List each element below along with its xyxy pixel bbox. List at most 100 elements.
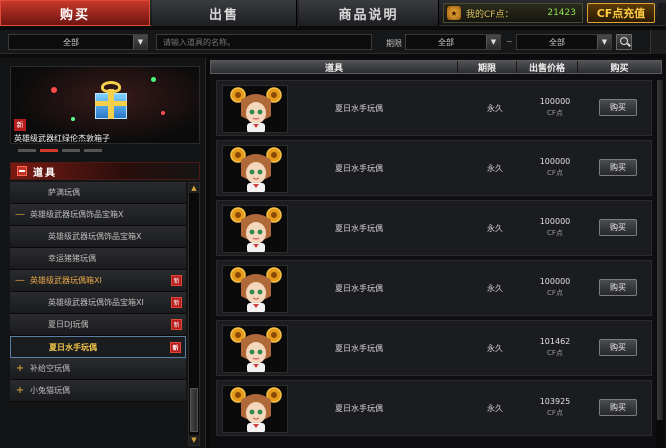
buy-button[interactable]: 购买 xyxy=(599,399,637,416)
search-input[interactable] xyxy=(156,34,372,50)
price-unit: CF点 xyxy=(547,109,563,117)
item-thumbnail xyxy=(222,325,288,373)
scrollbar-thumb[interactable] xyxy=(190,388,198,432)
item-period: 永久 xyxy=(487,284,503,293)
table-row: 夏日水手玩偶 永久 100000 CF点 购买 xyxy=(216,260,652,316)
table-scrollbar[interactable] xyxy=(656,80,664,448)
table-row: 夏日水手玩偶 永久 100000 CF点 购买 xyxy=(216,140,652,196)
item-price: 100000 xyxy=(539,157,571,166)
period-select[interactable]: 全部 ▼ xyxy=(405,34,501,50)
banner-dot[interactable] xyxy=(18,149,36,152)
price-select-value: 全部 xyxy=(549,37,565,47)
recharge-button[interactable]: CF点充值 xyxy=(587,3,655,23)
category-select[interactable]: 全部 ▼ xyxy=(8,34,148,50)
item-period: 永久 xyxy=(487,404,503,413)
plus-icon[interactable]: + xyxy=(10,363,30,374)
filter-bar: 全部 ▼ 期限 全部 ▼ ~ 全部 ▼ xyxy=(0,30,666,54)
banner-caption: 英雄级武器红绿伦杰敦箱子 xyxy=(14,134,110,143)
item-period: 永久 xyxy=(487,224,503,233)
buy-button[interactable]: 购买 xyxy=(599,219,637,236)
minus-icon[interactable]: — xyxy=(10,275,30,286)
filter-bar-edge xyxy=(650,30,666,54)
category-item[interactable]: — 英雄级武器玩偶饰品宝箱X xyxy=(10,204,186,226)
coin-icon: ★ xyxy=(447,6,461,20)
item-name: 夏日水手玩偶 xyxy=(335,224,383,233)
column-header-price: 出售价格 xyxy=(517,61,578,74)
scroll-up-icon[interactable]: ▲ xyxy=(189,183,199,193)
category-item-label: 夏日DJ玩偶 xyxy=(48,320,89,329)
category-header-title: 道具 xyxy=(33,167,57,179)
banner-dot[interactable] xyxy=(84,149,102,152)
item-name: 夏日水手玩偶 xyxy=(335,344,383,353)
category-item[interactable]: 英雄级武器玩偶饰品宝箱X xyxy=(10,226,186,248)
category-item-label: 补给空玩偶 xyxy=(30,364,70,373)
tab-item-info[interactable]: 商品说明 xyxy=(299,0,439,26)
buy-button[interactable]: 购买 xyxy=(599,279,637,296)
category-item-selected[interactable]: 夏日水手玩偶 新 xyxy=(10,336,186,358)
collapse-icon[interactable] xyxy=(17,166,27,176)
period-label: 期限 xyxy=(386,39,402,48)
buy-button[interactable]: 购买 xyxy=(599,99,637,116)
table-row: 夏日水手玩偶 永久 103925 CF点 购买 xyxy=(216,380,652,436)
category-item-label: 夏日水手玩偶 xyxy=(49,342,97,352)
category-item[interactable]: 萨满玩偶 xyxy=(10,182,186,204)
chevron-down-icon[interactable]: ▼ xyxy=(486,35,500,49)
category-item[interactable]: + 小兔猫玩偶 xyxy=(10,380,186,402)
banner-dot[interactable] xyxy=(62,149,80,152)
category-item[interactable]: 夏日DJ玩偶 新 xyxy=(10,314,186,336)
item-price: 100000 xyxy=(539,217,571,226)
top-tab-bar: 购买 出售 商品说明 ★ 我的CF点： 21423 CF点充值 xyxy=(0,0,666,26)
price-unit: CF点 xyxy=(547,409,563,417)
category-item-label: 萨满玩偶 xyxy=(48,188,80,197)
tab-buy[interactable]: 购买 xyxy=(0,0,150,26)
new-badge: 新 xyxy=(14,119,26,131)
category-item-label: 英雄级武器玩偶箱XI xyxy=(30,276,102,285)
item-period: 永久 xyxy=(487,104,503,113)
left-panel: 新 英雄级武器红绿伦杰敦箱子 道具 萨满玩偶 — 英雄级武器玩偶饰品宝箱X 英雄… xyxy=(0,58,206,448)
item-price: 100000 xyxy=(539,277,571,286)
category-item-label: 幸运猪猪玩偶 xyxy=(48,254,96,263)
banner-pager xyxy=(18,149,102,152)
buy-button[interactable]: 购买 xyxy=(599,339,637,356)
category-item[interactable]: — 英雄级武器玩偶箱XI 新 xyxy=(10,270,186,292)
category-item-label: 英雄级武器玩偶饰品宝箱X xyxy=(30,210,124,219)
item-price: 100000 xyxy=(539,97,571,106)
period-select-value: 全部 xyxy=(438,37,454,47)
minus-icon[interactable]: — xyxy=(10,209,30,220)
price-select[interactable]: 全部 ▼ xyxy=(516,34,612,50)
new-badge: 新 xyxy=(171,275,182,286)
item-name: 夏日水手玩偶 xyxy=(335,284,383,293)
item-price: 103925 xyxy=(539,397,571,406)
buy-button[interactable]: 购买 xyxy=(599,159,637,176)
plus-icon[interactable]: + xyxy=(10,385,30,396)
category-select-value: 全部 xyxy=(63,37,79,47)
banner-dot-active[interactable] xyxy=(40,149,58,152)
item-table: 道具 期限 出售价格 购买 夏日水手玩偶 永久 100000 CF点 购买 夏日水手玩偶永… xyxy=(210,58,666,448)
category-item-label: 英雄级武器玩偶饰品宝箱XI xyxy=(48,298,144,307)
new-badge: 新 xyxy=(171,319,182,330)
promo-banner[interactable]: 新 英雄级武器红绿伦杰敦箱子 xyxy=(10,66,200,144)
chevron-down-icon[interactable]: ▼ xyxy=(133,35,147,49)
tab-sell[interactable]: 出售 xyxy=(152,0,297,26)
category-header[interactable]: 道具 xyxy=(10,162,200,180)
category-item-label: 英雄级武器玩偶饰品宝箱X xyxy=(48,232,142,241)
scroll-down-icon[interactable]: ▼ xyxy=(189,435,199,445)
chevron-down-icon[interactable]: ▼ xyxy=(597,35,611,49)
search-icon[interactable] xyxy=(616,34,632,50)
cf-balance: ★ 我的CF点： 21423 xyxy=(443,3,583,23)
column-header-period: 期限 xyxy=(458,61,517,74)
scrollbar-thumb[interactable] xyxy=(657,80,663,420)
item-name: 夏日水手玩偶 xyxy=(335,164,383,173)
new-badge: 新 xyxy=(170,342,181,353)
category-item[interactable]: 英雄级武器玩偶饰品宝箱XI 新 xyxy=(10,292,186,314)
item-thumbnail xyxy=(222,205,288,253)
price-unit: CF点 xyxy=(547,169,563,177)
close-icon[interactable] xyxy=(658,3,666,23)
price-unit: CF点 xyxy=(547,349,563,357)
item-name: 夏日水手玩偶 xyxy=(335,104,383,113)
category-item[interactable]: + 补给空玩偶 xyxy=(10,358,186,380)
item-thumbnail xyxy=(222,385,288,433)
category-scrollbar[interactable]: ▲ ▼ xyxy=(188,182,200,446)
category-item[interactable]: 幸运猪猪玩偶 xyxy=(10,248,186,270)
item-period: 永久 xyxy=(487,344,503,353)
